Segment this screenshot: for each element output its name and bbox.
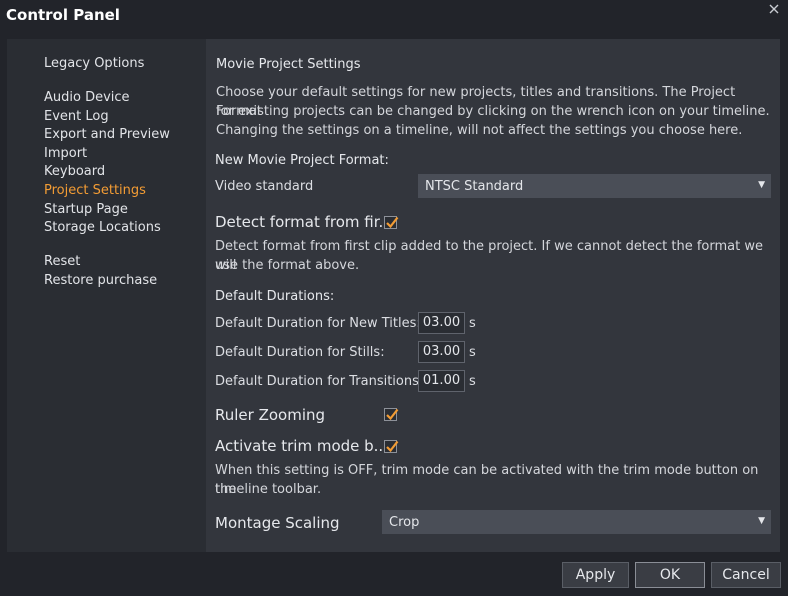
ruler-zooming-checkbox[interactable] <box>384 408 399 421</box>
duration-stills-label: Default Duration for Stills: <box>215 345 385 360</box>
checkmark-icon <box>386 440 399 453</box>
detect-format-label: Detect format from fir... <box>215 213 393 231</box>
nav-item-storage-locations[interactable]: Storage Locations <box>44 220 161 236</box>
montage-scaling-value: Crop <box>389 515 420 530</box>
montage-scaling-select[interactable]: Crop ▼ <box>382 510 771 534</box>
video-standard-label: Video standard <box>215 179 314 194</box>
ruler-zooming-label: Ruler Zooming <box>215 406 326 424</box>
cancel-button[interactable]: Cancel <box>711 562 781 588</box>
nav-item-reset[interactable]: Reset <box>44 254 80 270</box>
detect-desc-line-2: use the format above. <box>215 258 360 273</box>
checkmark-icon <box>386 216 399 229</box>
settings-panel: Movie Project Settings Choose your defau… <box>206 39 780 552</box>
ok-button[interactable]: OK <box>635 562 705 588</box>
chevron-down-icon: ▼ <box>758 180 765 190</box>
nav-item-import[interactable]: Import <box>44 146 87 162</box>
checkmark-icon <box>386 408 399 421</box>
nav-item-keyboard[interactable]: Keyboard <box>44 164 105 180</box>
nav-item-audio-device[interactable]: Audio Device <box>44 90 130 106</box>
detect-format-checkbox[interactable] <box>384 216 399 229</box>
duration-titles-unit: s <box>469 316 476 331</box>
trim-mode-checkbox[interactable] <box>384 440 399 453</box>
nav-item-event-log[interactable]: Event Log <box>44 109 109 125</box>
duration-titles-input[interactable]: 03.00 <box>418 312 465 334</box>
nav-item-legacy-options[interactable]: Legacy Options <box>44 56 144 72</box>
nav-item-restore-purchase[interactable]: Restore purchase <box>44 273 157 289</box>
nav-item-startup-page[interactable]: Startup Page <box>44 202 128 218</box>
title-bar: Control Panel <box>0 0 788 30</box>
sidebar-nav: Legacy Options Audio Device Event Log Ex… <box>7 39 206 552</box>
chevron-down-icon: ▼ <box>758 516 765 526</box>
montage-scaling-label: Montage Scaling <box>215 514 340 532</box>
duration-transitions-unit: s <box>469 374 476 389</box>
trim-mode-label: Activate trim mode b... <box>215 437 388 455</box>
nav-item-project-settings[interactable]: Project Settings <box>44 183 146 199</box>
intro-line-2: for existing projects can be changed by … <box>216 104 770 119</box>
duration-transitions-label: Default Duration for Transitions: <box>215 374 424 389</box>
duration-titles-label: Default Duration for New Titles: <box>215 316 421 331</box>
duration-transitions-input[interactable]: 01.00 <box>418 370 465 392</box>
trim-desc-line-2: timeline toolbar. <box>215 482 322 497</box>
durations-heading: Default Durations: <box>215 289 335 304</box>
video-standard-select[interactable]: NTSC Standard ▼ <box>418 174 771 198</box>
format-heading: New Movie Project Format: <box>215 153 389 168</box>
window-title: Control Panel <box>6 6 120 24</box>
close-icon[interactable] <box>766 1 782 17</box>
duration-stills-input[interactable]: 03.00 <box>418 341 465 363</box>
section-heading: Movie Project Settings <box>216 57 361 72</box>
video-standard-value: NTSC Standard <box>425 179 524 194</box>
apply-button[interactable]: Apply <box>562 562 629 588</box>
intro-line-3: Changing the settings on a timeline, wil… <box>216 123 743 138</box>
duration-stills-unit: s <box>469 345 476 360</box>
nav-item-export-preview[interactable]: Export and Preview <box>44 127 170 143</box>
